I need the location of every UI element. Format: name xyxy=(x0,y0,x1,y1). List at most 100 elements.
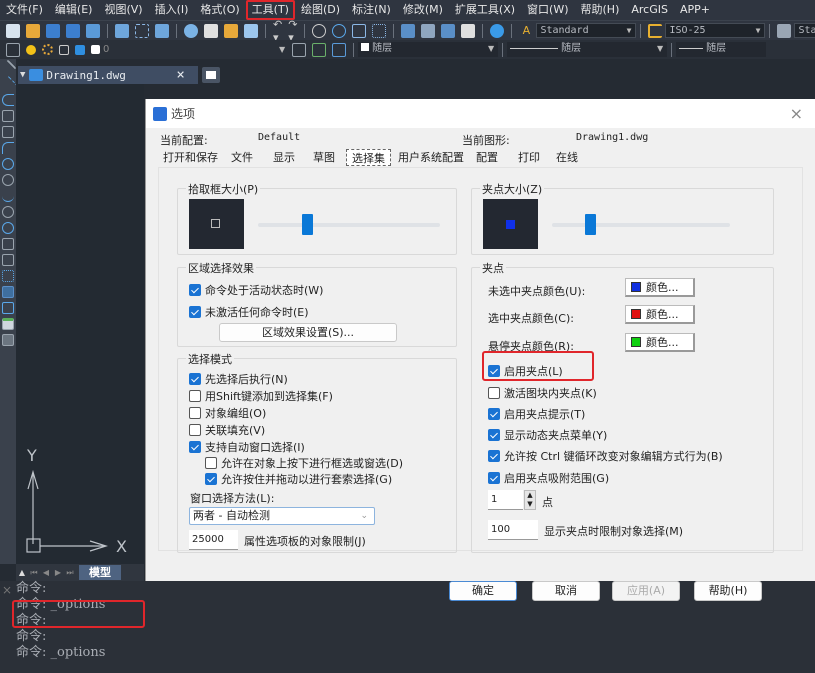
design-center-icon[interactable] xyxy=(421,23,436,38)
unlock-icon[interactable] xyxy=(75,44,85,55)
menu-window[interactable]: 窗口(W) xyxy=(521,0,574,20)
ray-tool-icon[interactable] xyxy=(0,75,17,93)
mtext-tool-icon[interactable] xyxy=(2,334,14,346)
checkbox-icon[interactable] xyxy=(488,408,500,420)
first-layout-icon[interactable]: ⏮ xyxy=(28,568,40,578)
menu-extensions[interactable]: 扩展工具(X) xyxy=(449,0,521,20)
menu-view[interactable]: 视图(V) xyxy=(98,0,148,20)
tab-user-preferences[interactable]: 用户系统配置 xyxy=(393,149,469,166)
checkbox-ctrl-cycling[interactable]: 允许按 Ctrl 键循环改变对象编辑方式行为(B) xyxy=(488,448,723,464)
sheet-set-icon[interactable] xyxy=(86,23,100,38)
dialog-title-bar[interactable]: 选项 × xyxy=(146,99,815,128)
checkbox-implied-windowing[interactable]: 支持自动窗口选择(I) xyxy=(189,439,305,455)
zoom-previous-icon[interactable] xyxy=(372,23,387,38)
menu-draw[interactable]: 绘图(D) xyxy=(295,0,346,20)
unselected-grip-color-button[interactable]: 颜色... xyxy=(625,278,695,297)
tool-palettes-icon[interactable] xyxy=(441,23,456,38)
area-effect-settings-button[interactable]: 区域效果设置(S)... xyxy=(219,323,397,342)
menu-arcgis[interactable]: ArcGIS xyxy=(625,0,674,20)
menu-modify[interactable]: 修改(M) xyxy=(397,0,449,20)
checkbox-icon[interactable] xyxy=(189,306,201,318)
grip-size-slider[interactable] xyxy=(552,214,730,235)
help-button[interactable]: 帮助(H) xyxy=(694,581,762,601)
checkbox-icon[interactable] xyxy=(488,450,500,462)
checkbox-icon[interactable] xyxy=(488,387,500,399)
checkbox-icon[interactable] xyxy=(189,424,201,436)
linetype-select[interactable]: 随层 ▼ xyxy=(507,42,668,57)
publish-icon[interactable] xyxy=(155,23,169,38)
checkbox-object-grouping[interactable]: 对象编组(O) xyxy=(189,405,266,421)
layer-freeze-icon[interactable] xyxy=(42,44,53,55)
new-icon[interactable] xyxy=(6,23,20,38)
line-tool-icon[interactable] xyxy=(0,59,17,77)
tab-open-save[interactable]: 打开和保存 xyxy=(158,149,224,166)
plot-preview-icon[interactable] xyxy=(135,23,149,38)
object-limit-input[interactable]: 25000 xyxy=(189,530,238,550)
rectangle-tool-icon[interactable] xyxy=(2,126,14,138)
checkbox-icon[interactable] xyxy=(189,441,201,453)
grip-snap-spinner[interactable]: ▲ ▼ xyxy=(524,490,536,510)
checkbox-noun-verb[interactable]: 先选择后执行(N) xyxy=(189,371,288,387)
window-method-select[interactable]: 两者 - 自动检测 ⌄ xyxy=(189,507,375,525)
make-current-layer-icon[interactable] xyxy=(292,42,307,57)
copy-icon[interactable] xyxy=(204,23,218,38)
tab-online[interactable]: 在线 xyxy=(551,149,587,166)
pan-icon[interactable] xyxy=(312,23,327,38)
checkbox-icon[interactable] xyxy=(189,390,201,402)
next-layout-icon[interactable]: ▶ xyxy=(52,568,64,577)
tab-drafting[interactable]: 草图 xyxy=(308,149,344,166)
menu-file[interactable]: 文件(F) xyxy=(0,0,49,20)
ellipse-tool-icon[interactable] xyxy=(2,206,14,218)
grip-snap-input[interactable]: 1 xyxy=(488,490,523,510)
print-icon[interactable] xyxy=(115,23,129,38)
online-help-icon[interactable] xyxy=(490,23,505,38)
checkbox-grip-snap[interactable]: 启用夹点吸附范围(G) xyxy=(488,470,609,486)
layer-viewport-icon[interactable] xyxy=(59,44,69,55)
menu-edit[interactable]: 编辑(E) xyxy=(49,0,99,20)
collapse-icon[interactable]: ▲ xyxy=(16,568,28,577)
pickbox-slider[interactable] xyxy=(258,214,440,235)
menu-dimension[interactable]: 标注(N) xyxy=(346,0,397,20)
polyline-tool-icon[interactable] xyxy=(2,94,14,106)
document-tab[interactable]: ▼ Drawing1.dwg × xyxy=(18,66,198,84)
tab-selection[interactable]: 选择集 xyxy=(346,149,391,166)
menu-format[interactable]: 格式(O) xyxy=(194,0,245,20)
tab-profiles[interactable]: 配置 xyxy=(471,149,511,166)
apply-button[interactable]: 应用(A) xyxy=(612,581,680,601)
checkbox-command-active[interactable]: 命令处于活动状态时(W) xyxy=(189,282,323,298)
checkbox-grip-tips[interactable]: 启用夹点提示(T) xyxy=(488,406,585,422)
paste-icon[interactable] xyxy=(224,23,238,38)
text-style-select[interactable]: Standard ▼ xyxy=(536,23,637,38)
layer-select[interactable]: 0 xyxy=(103,44,279,55)
checkbox-icon[interactable] xyxy=(189,407,201,419)
checkbox-shift-add[interactable]: 用Shift键添加到选择集(F) xyxy=(189,388,333,404)
ok-button[interactable]: 确定 xyxy=(449,581,517,601)
zoom-window-icon[interactable] xyxy=(352,23,367,38)
tab-files[interactable]: 文件 xyxy=(226,149,266,166)
checkbox-icon[interactable] xyxy=(488,472,500,484)
tab-plot[interactable]: 打印 xyxy=(513,149,549,166)
tab-display[interactable]: 显示 xyxy=(268,149,306,166)
properties-icon[interactable] xyxy=(401,23,416,38)
close-tab-icon[interactable]: × xyxy=(176,67,184,83)
menu-help[interactable]: 帮助(H) xyxy=(575,0,626,20)
hatch-tool-icon[interactable] xyxy=(2,286,14,298)
checkbox-associative-hatch[interactable]: 关联填充(V) xyxy=(189,422,265,438)
save-as-icon[interactable] xyxy=(66,23,80,38)
insert-block-icon[interactable] xyxy=(2,238,14,250)
drawing-canvas[interactable]: Y X xyxy=(16,84,144,564)
prev-layout-icon[interactable]: ◀ xyxy=(40,568,52,577)
save-icon[interactable] xyxy=(46,23,60,38)
model-tab[interactable]: 模型 xyxy=(79,565,121,580)
last-layout-icon[interactable]: ⏭ xyxy=(64,568,76,578)
match-properties-icon[interactable] xyxy=(244,23,258,38)
chevron-down-icon[interactable]: ▼ xyxy=(279,45,285,54)
checkbox-dynamic-grip-menu[interactable]: 显示动态夹点菜单(Y) xyxy=(488,427,607,443)
close-command-icon[interactable]: × xyxy=(2,583,12,597)
color-select[interactable]: 随层 ▼ xyxy=(358,42,499,57)
checkbox-icon[interactable] xyxy=(189,284,201,296)
new-tab-button[interactable] xyxy=(202,67,220,83)
dialog-close-icon[interactable]: × xyxy=(790,104,803,123)
selected-grip-color-button[interactable]: 颜色... xyxy=(625,305,695,324)
table-tool-icon[interactable] xyxy=(2,318,14,330)
